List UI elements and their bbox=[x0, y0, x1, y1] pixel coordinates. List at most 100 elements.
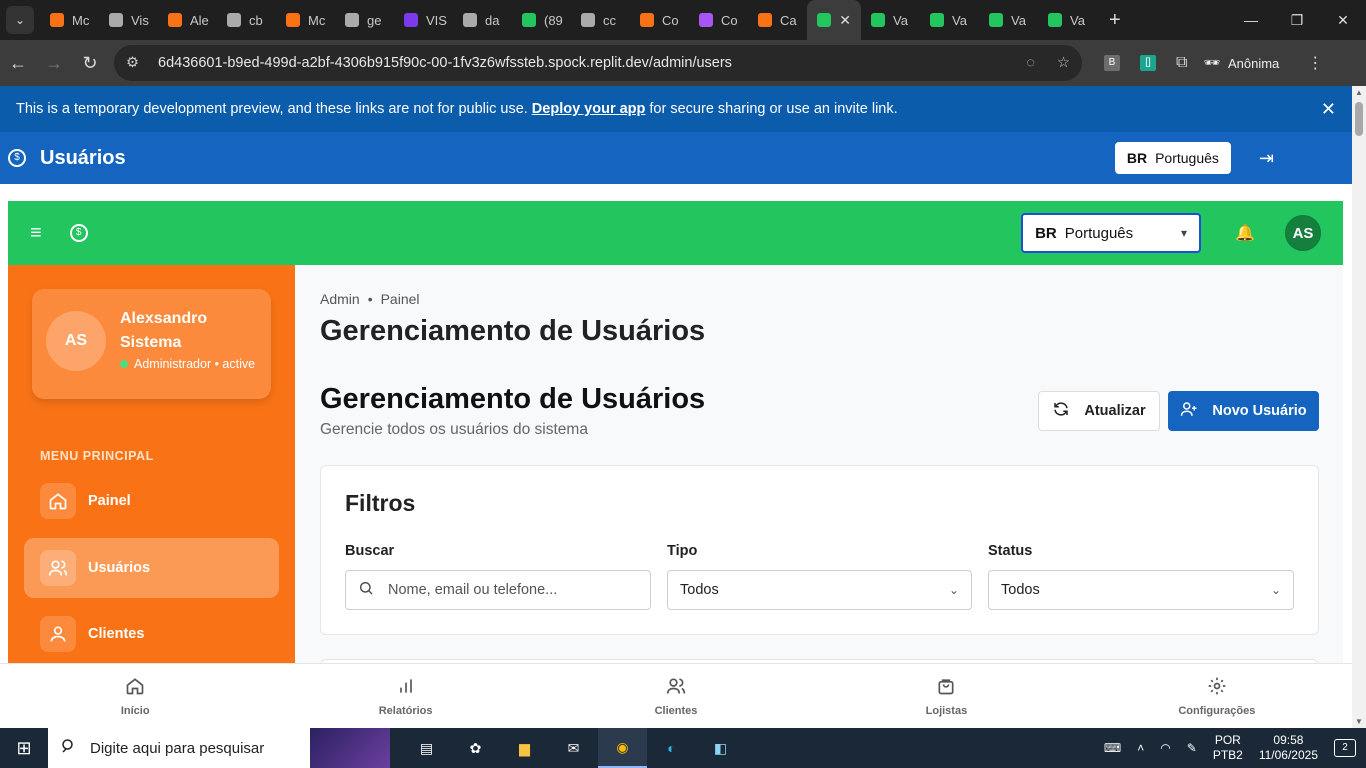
new-tab-button[interactable]: + bbox=[1109, 9, 1121, 32]
back-icon[interactable]: ← bbox=[0, 53, 36, 74]
breadcrumb-item[interactable]: Painel bbox=[381, 291, 420, 307]
user-icon bbox=[40, 616, 76, 652]
chrome-icon[interactable]: ◉ bbox=[598, 728, 647, 768]
status-select[interactable]: Todos ⌄ bbox=[988, 570, 1294, 610]
puzzle-icon[interactable]: ⧉ bbox=[1176, 54, 1187, 72]
eye-off-icon[interactable]: ◌ bbox=[1026, 55, 1035, 71]
browser-tab[interactable]: Ca bbox=[748, 0, 807, 40]
browser-tab[interactable]: da bbox=[453, 0, 512, 40]
lang-top: POR bbox=[1214, 733, 1241, 747]
address-bar[interactable]: ⚙ 6d436601-b9ed-499d-a2bf-4306b915f90c-0… bbox=[114, 45, 1082, 81]
add-user-button[interactable]: Novo Usuário bbox=[1168, 391, 1319, 431]
hamburger-menu-icon[interactable]: ≡ bbox=[30, 222, 42, 245]
tab-favicon-icon bbox=[463, 13, 477, 27]
nav-clientes[interactable]: Clientes bbox=[541, 664, 811, 728]
tab-favicon-icon bbox=[345, 13, 359, 27]
browser-tab[interactable]: Mc bbox=[40, 0, 99, 40]
file-explorer-icon[interactable]: ▆ bbox=[500, 728, 549, 768]
incognito-profile-button[interactable]: 🕶 Anônima bbox=[1203, 55, 1279, 71]
logout-icon[interactable]: ⇥ bbox=[1259, 148, 1274, 169]
input-language[interactable]: POR PTB2 bbox=[1213, 733, 1243, 763]
profile-name: Alexsandro Sistema bbox=[120, 310, 208, 351]
header-language-button[interactable]: BR Português bbox=[1114, 142, 1231, 174]
page-scrollbar[interactable]: ▲ ▼ bbox=[1352, 86, 1366, 728]
wifi-icon[interactable]: ◠ bbox=[1160, 741, 1170, 755]
deploy-link[interactable]: Deploy your app bbox=[532, 101, 646, 117]
user-plus-icon bbox=[1180, 400, 1198, 422]
scrollbar-thumb[interactable] bbox=[1355, 102, 1363, 136]
browser-tab-strip: ⌄ Mc Vis Ale cb Mc ge VIS da (89 cc Co Co Ca ✕ Va Va Va V… bbox=[0, 0, 1366, 40]
browser-tab[interactable]: Mc bbox=[276, 0, 335, 40]
tab-search-button[interactable]: ⌄ bbox=[6, 6, 34, 34]
keyboard-icon[interactable]: ⌨ bbox=[1104, 741, 1121, 755]
taskbar-search[interactable]: Digite aqui para pesquisar bbox=[48, 728, 390, 768]
type-select[interactable]: Todos ⌄ bbox=[667, 570, 972, 610]
type-label: Tipo bbox=[667, 543, 698, 559]
mail-icon[interactable]: ✉ bbox=[549, 728, 598, 768]
sidebar-item-label: Clientes bbox=[88, 626, 145, 642]
browser-tab[interactable]: cb bbox=[217, 0, 276, 40]
forward-icon[interactable]: → bbox=[36, 53, 72, 74]
chevron-up-icon[interactable]: ˄ bbox=[1137, 741, 1144, 755]
bookmark-star-icon[interactable]: ☆ bbox=[1057, 55, 1070, 71]
sidebar-item-clientes[interactable]: Clientes bbox=[24, 604, 279, 663]
windows-start-icon[interactable]: ⊞ bbox=[0, 738, 48, 759]
banner-text-before: This is a temporary development preview,… bbox=[16, 101, 528, 117]
tab-title: Ca bbox=[780, 12, 797, 28]
sidebar-item-painel[interactable]: Painel bbox=[24, 471, 279, 531]
browser-tab[interactable]: Va bbox=[1038, 0, 1097, 40]
scroll-down-icon[interactable]: ▼ bbox=[1355, 717, 1363, 726]
browser-tab[interactable]: Co bbox=[689, 0, 748, 40]
users-icon bbox=[666, 676, 686, 699]
scroll-up-icon[interactable]: ▲ bbox=[1355, 88, 1363, 97]
nav-lojistas[interactable]: Lojistas bbox=[811, 664, 1081, 728]
app-icon[interactable]: ◧ bbox=[696, 728, 745, 768]
language-select[interactable]: BR Português ▾ bbox=[1021, 213, 1202, 253]
breadcrumb-item[interactable]: Admin bbox=[320, 291, 360, 307]
nav-configuracoes[interactable]: Configurações bbox=[1082, 664, 1352, 728]
extension-green-icon[interactable]: [] bbox=[1140, 55, 1156, 71]
sidebar-item-usuarios[interactable]: Usuários bbox=[24, 538, 279, 598]
extensions-area: B [] ⧉ bbox=[1104, 54, 1187, 72]
notification-icon[interactable]: 2 bbox=[1334, 739, 1356, 757]
pen-icon[interactable]: ✎ bbox=[1187, 741, 1197, 755]
close-banner-icon[interactable]: ✕ bbox=[1321, 99, 1336, 120]
edge-icon[interactable]: ◐ bbox=[647, 728, 696, 768]
bell-icon[interactable]: 🔔 bbox=[1235, 223, 1255, 243]
main-content: Admin • Painel Gerenciamento de Usuários G… bbox=[295, 265, 1343, 663]
close-tab-icon[interactable]: ✕ bbox=[839, 12, 851, 29]
nav-relatorios[interactable]: Relatórios bbox=[270, 664, 540, 728]
minimize-icon[interactable]: — bbox=[1228, 12, 1274, 29]
browser-tab[interactable]: ✕ bbox=[807, 0, 861, 40]
browser-tab[interactable]: (89 bbox=[512, 0, 571, 40]
browser-tab[interactable]: Ale bbox=[158, 0, 217, 40]
avatar[interactable]: AS bbox=[1285, 215, 1321, 251]
browser-tab[interactable]: Co bbox=[630, 0, 689, 40]
browser-menu-icon[interactable]: ⋮ bbox=[1307, 53, 1323, 73]
restore-icon[interactable]: ❐ bbox=[1274, 12, 1320, 29]
sidebar-item-label: Usuários bbox=[88, 560, 151, 576]
nav-inicio[interactable]: Início bbox=[0, 664, 270, 728]
clock[interactable]: 09:58 11/06/2025 bbox=[1259, 733, 1318, 763]
browser-tab[interactable]: Va bbox=[979, 0, 1038, 40]
gear-icon bbox=[1207, 676, 1227, 699]
app-header: $ Usuários BR Português ⇥ bbox=[0, 132, 1352, 184]
browser-tab[interactable]: Va bbox=[861, 0, 920, 40]
task-view-icon[interactable]: ▤ bbox=[402, 728, 451, 768]
extension-b-icon[interactable]: B bbox=[1104, 55, 1120, 71]
browser-tab[interactable]: VIS bbox=[394, 0, 453, 40]
search-icon bbox=[358, 580, 374, 600]
browser-tab[interactable]: cc bbox=[571, 0, 630, 40]
reload-icon[interactable]: ↻ bbox=[72, 53, 108, 74]
tab-favicon-icon bbox=[50, 13, 64, 27]
nav-label: Lojistas bbox=[925, 704, 968, 717]
close-window-icon[interactable]: ✕ bbox=[1320, 12, 1366, 29]
browser-tab[interactable]: Vis bbox=[99, 0, 158, 40]
refresh-button[interactable]: Atualizar bbox=[1038, 391, 1160, 431]
browser-tab[interactable]: ge bbox=[335, 0, 394, 40]
tab-title: Co bbox=[721, 12, 738, 28]
site-info-icon[interactable]: ⚙ bbox=[126, 55, 144, 71]
copilot-icon[interactable]: ✿ bbox=[451, 728, 500, 768]
search-input[interactable]: Nome, email ou telefone... bbox=[345, 570, 651, 610]
browser-tab[interactable]: Va bbox=[920, 0, 979, 40]
